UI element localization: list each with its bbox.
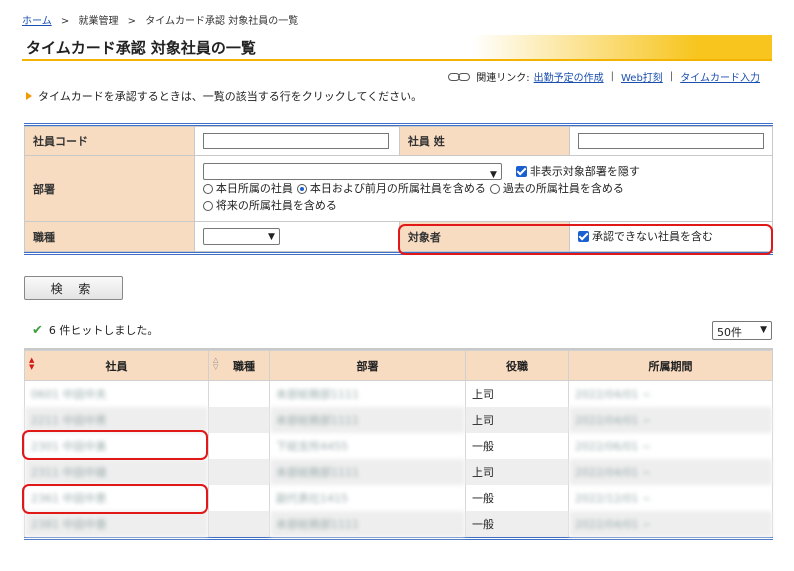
radio-today-and-last-month[interactable]	[296, 183, 307, 194]
employee-surname-input[interactable]	[578, 133, 764, 149]
highlight-row-annotation	[22, 430, 208, 460]
breadcrumb-section: 就業管理	[78, 16, 119, 27]
sort-icon: ▲ ▼	[29, 356, 35, 371]
radio-include-past[interactable]	[489, 183, 500, 194]
cell-job	[208, 380, 270, 407]
column-header-label: 社員	[105, 359, 128, 373]
cell-period: 2022/04/01 ~	[568, 380, 773, 407]
cell-department: 下総支所4455	[269, 433, 466, 459]
cell-department: 本部総務部1111	[269, 407, 466, 433]
breadcrumb-separator: >	[127, 16, 137, 27]
link-divider: |	[669, 71, 674, 82]
cell-role: 一般	[465, 511, 569, 537]
highlight-row-annotation	[22, 484, 208, 514]
cell-period: 2022/04/01 ~	[568, 511, 773, 537]
column-header-employee[interactable]: ▲ ▼ 社員	[24, 350, 209, 381]
instruction: タイムカードを承認するときは、一覧の該当する行をクリックしてください。	[26, 88, 422, 104]
bullet-triangle-icon	[26, 92, 32, 100]
cell-role: 上司	[465, 459, 569, 485]
job-type-label: 職種	[24, 221, 195, 252]
cell-department: 本部総務部1111	[269, 380, 466, 407]
cell-period: 2022/06/01 ~	[568, 433, 773, 459]
cell-job	[208, 485, 270, 511]
radio-today-only-label: 本日所属の社員	[215, 182, 293, 195]
page-title: タイムカード承認 対象社員の一覧	[26, 39, 256, 57]
radio-today-and-last-month-label: 本日および前月の所属社員を含める	[309, 182, 486, 195]
column-header-label: 所属期間	[648, 359, 693, 373]
cell-employee: 2381 中田中香	[24, 511, 209, 537]
hit-count: ✔ 6 件ヒットしました。	[32, 322, 158, 338]
column-header-label: 職種	[233, 359, 255, 373]
column-header-period: 所属期間	[568, 350, 773, 381]
breadcrumb-separator: >	[60, 16, 70, 27]
breadcrumb-current: タイムカード承認 対象社員の一覧	[145, 16, 299, 27]
table-row[interactable]: 0601 中田中夫 本部総務部1111 上司 2022/04/01 ~	[24, 380, 773, 407]
cell-period: 2022/12/01 ~	[568, 485, 773, 511]
checkmark-icon: ✔	[32, 322, 43, 338]
cell-department: 本部総務部1111	[269, 511, 466, 537]
employee-code-input[interactable]	[202, 133, 389, 149]
breadcrumb-home-link[interactable]: ホーム	[22, 16, 52, 27]
cell-job	[208, 407, 270, 433]
cell-job	[208, 433, 270, 459]
cell-employee: 2311 中田中雄	[24, 459, 209, 485]
highlight-target-annotation	[398, 224, 773, 255]
column-header-department: 部署	[269, 350, 466, 381]
title-bar: タイムカード承認 対象社員の一覧	[22, 33, 772, 61]
hide-departments-label: 非表示対象部署を隠す	[529, 165, 640, 178]
column-header-label: 役職	[506, 359, 528, 373]
link-attendance-schedule[interactable]: 出勤予定の作成	[534, 69, 604, 84]
per-page-value: 50件	[717, 326, 742, 339]
cell-period: 2022/04/01 ~	[568, 459, 773, 485]
radio-include-past-label: 過去の所属社員を含める	[502, 182, 624, 195]
cell-role: 上司	[465, 407, 569, 433]
cell-role: 一般	[465, 485, 569, 511]
link-web-punch[interactable]: Web打刻	[621, 69, 663, 84]
radio-include-future[interactable]	[202, 200, 213, 211]
cell-department: 本部総務部1111	[269, 459, 466, 485]
related-links-label: 関連リンク:	[476, 73, 530, 84]
title-underline	[22, 59, 772, 61]
per-page-select[interactable]: 50件 ▼	[712, 321, 772, 340]
link-timecard-input[interactable]: タイムカード入力	[680, 69, 760, 84]
search-button[interactable]: 検 索	[24, 276, 123, 300]
instruction-text: タイムカードを承認するときは、一覧の該当する行をクリックしてください。	[38, 90, 423, 103]
department-label: 部署	[24, 155, 195, 222]
cell-job	[208, 511, 270, 537]
radio-include-future-label: 将来の所属社員を含める	[215, 199, 337, 212]
cell-employee: 0601 中田中夫	[24, 380, 209, 407]
breadcrumb: ホーム > 就業管理 > タイムカード承認 対象社員の一覧	[22, 12, 298, 27]
employee-surname-label: 社員 姓	[398, 126, 571, 156]
table-row[interactable]: 2381 中田中香 本部総務部1111 一般 2022/04/01 ~	[24, 511, 773, 537]
hide-departments-checkbox[interactable]	[515, 166, 527, 177]
chevron-down-icon: ▼	[760, 325, 767, 335]
chain-link-icon	[448, 72, 472, 82]
column-header-label: 部署	[356, 359, 379, 373]
cell-role: 一般	[465, 433, 569, 459]
sort-icon: △ ▽	[213, 356, 219, 371]
cell-role: 上司	[465, 380, 569, 407]
department-select[interactable]: ▼	[202, 163, 502, 180]
column-header-job[interactable]: △ ▽ 職種	[208, 350, 270, 381]
hit-count-text: 6 件ヒットしました。	[48, 324, 159, 337]
title-gradient-decoration	[472, 35, 772, 61]
job-type-select[interactable]: ▼	[202, 228, 280, 245]
column-header-role: 役職	[465, 350, 569, 381]
table-row[interactable]: 2311 中田中雄 本部総務部1111 上司 2022/04/01 ~	[24, 459, 773, 485]
related-links: 関連リンク: 出勤予定の作成 | Web打刻 | タイムカード入力	[448, 69, 760, 84]
cell-department: 副代表社1415	[269, 485, 466, 511]
employee-code-label: 社員コード	[24, 126, 195, 156]
cell-period: 2022/04/01 ~	[568, 407, 773, 433]
radio-today-only[interactable]	[202, 183, 213, 194]
chevron-down-icon: ▼	[267, 232, 275, 242]
link-divider: |	[610, 71, 614, 82]
chevron-down-icon: ▼	[489, 170, 497, 180]
cell-job	[208, 459, 270, 485]
